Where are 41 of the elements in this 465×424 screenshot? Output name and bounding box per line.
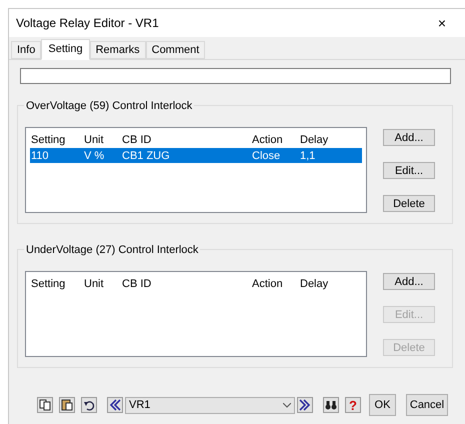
tab[interactable]: Info bbox=[11, 41, 42, 59]
window-title: Voltage Relay Editor - VR1 bbox=[16, 15, 159, 32]
column-header[interactable]: Setting bbox=[30, 132, 83, 148]
dialog-button[interactable]: Edit... bbox=[383, 162, 435, 179]
tab[interactable]: Comment bbox=[146, 41, 206, 59]
chevron-down-icon bbox=[283, 402, 291, 408]
table-cell-text: 110 bbox=[30, 149, 50, 164]
column-header[interactable]: Setting bbox=[30, 276, 83, 292]
group-title: OverVoltage (59) Control Interlock bbox=[24, 98, 194, 114]
column-header[interactable]: Delay bbox=[299, 276, 350, 292]
copy-icon[interactable] bbox=[37, 397, 53, 413]
dialog-button[interactable]: OK bbox=[369, 394, 396, 416]
text-field[interactable] bbox=[20, 68, 451, 84]
table-cell-text: Close bbox=[251, 149, 282, 164]
dialog-button[interactable]: Add... bbox=[383, 129, 435, 146]
previous-icon[interactable] bbox=[107, 397, 123, 413]
dropdown-value: VR1 bbox=[129, 398, 150, 413]
record-dropdown[interactable]: VR1 bbox=[125, 396, 295, 414]
column-header[interactable]: Unit bbox=[83, 132, 121, 148]
table-cell-text: V % bbox=[83, 149, 106, 164]
column-header[interactable]: Unit bbox=[83, 276, 121, 292]
dialog-button[interactable]: Delete bbox=[383, 195, 435, 212]
help-button[interactable]: ? bbox=[345, 397, 361, 413]
column-header[interactable]: CB ID bbox=[121, 276, 251, 292]
table-cell-text: CB1 ZUG bbox=[121, 149, 171, 164]
undo-icon[interactable] bbox=[81, 397, 97, 413]
paste-icon[interactable] bbox=[59, 397, 75, 413]
close-button[interactable]: × bbox=[438, 12, 446, 34]
column-header[interactable]: Action bbox=[251, 276, 299, 292]
tab[interactable]: Remarks bbox=[90, 41, 146, 59]
tab[interactable]: Setting bbox=[41, 39, 90, 60]
dialog-button[interactable]: Cancel bbox=[406, 394, 448, 416]
dialog-button[interactable]: Add... bbox=[383, 273, 435, 290]
next-icon[interactable] bbox=[297, 397, 313, 413]
binoculars-icon[interactable] bbox=[323, 397, 339, 413]
group-title: UnderVoltage (27) Control Interlock bbox=[24, 242, 200, 258]
column-header[interactable]: Delay bbox=[299, 132, 350, 148]
column-header[interactable]: CB ID bbox=[121, 132, 251, 148]
table-row[interactable]: 110 V % CB1 ZUG Close 1,1 bbox=[30, 148, 362, 163]
column-header[interactable]: Action bbox=[251, 132, 299, 148]
table-cell-text: 1,1 bbox=[299, 149, 316, 164]
